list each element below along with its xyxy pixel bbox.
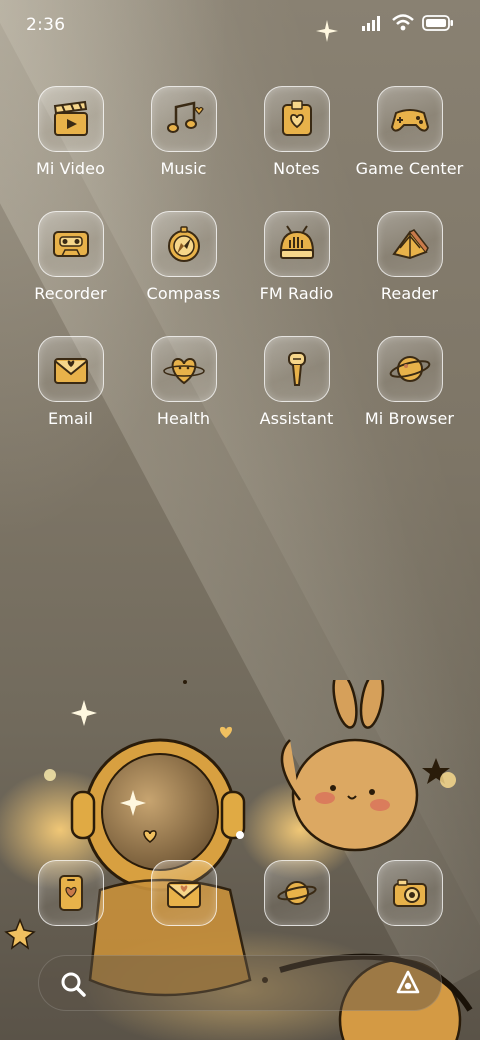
cassette-icon bbox=[52, 231, 89, 257]
microphone-icon bbox=[287, 352, 306, 386]
app-music[interactable]: Music bbox=[127, 86, 240, 211]
heart-planet-icon bbox=[162, 357, 205, 385]
dock bbox=[14, 860, 466, 930]
app-health[interactable]: Health bbox=[127, 336, 240, 461]
app-label: Game Center bbox=[355, 159, 464, 178]
signal-icon bbox=[362, 15, 380, 31]
dock-app-camera[interactable] bbox=[353, 860, 466, 930]
notepad-icon bbox=[281, 100, 312, 136]
app-recorder[interactable]: Recorder bbox=[14, 211, 127, 336]
app-label: Assistant bbox=[259, 409, 334, 428]
app-grid: Mi Video Music Notes Game Center Recorde… bbox=[14, 86, 466, 461]
app-compass[interactable]: Compass bbox=[127, 211, 240, 336]
app-email[interactable]: Email bbox=[14, 336, 127, 461]
app-label: Mi Browser bbox=[364, 409, 455, 428]
dock-app-messages[interactable] bbox=[127, 860, 240, 930]
search-bar[interactable] bbox=[38, 955, 442, 1011]
app-mi-browser[interactable]: Mi Browser bbox=[353, 336, 466, 461]
app-assistant[interactable]: Assistant bbox=[240, 336, 353, 461]
envelope-icon bbox=[53, 358, 88, 384]
assistant-a-icon[interactable] bbox=[393, 968, 423, 998]
gamepad-icon bbox=[390, 109, 429, 132]
status-bar: 2:36 bbox=[0, 0, 480, 52]
dock-app-phone[interactable] bbox=[14, 860, 127, 930]
battery-icon bbox=[422, 14, 453, 31]
app-label: Compass bbox=[146, 284, 221, 303]
message-envelope-icon bbox=[166, 882, 201, 908]
planet-icon bbox=[276, 881, 317, 905]
radio-icon bbox=[279, 225, 314, 259]
dock-app-browser[interactable] bbox=[240, 860, 353, 930]
status-time: 2:36 bbox=[26, 15, 66, 35]
camera-icon bbox=[392, 879, 427, 907]
app-reader[interactable]: Reader bbox=[353, 211, 466, 336]
compass-icon bbox=[167, 226, 200, 262]
app-label: FM Radio bbox=[259, 284, 334, 303]
app-label: Recorder bbox=[34, 284, 107, 303]
phone-icon bbox=[58, 875, 83, 911]
planet-icon bbox=[389, 356, 430, 382]
app-notes[interactable]: Notes bbox=[240, 86, 353, 211]
app-label: Email bbox=[48, 409, 93, 428]
app-game-center[interactable]: Game Center bbox=[353, 86, 466, 211]
app-mi-video[interactable]: Mi Video bbox=[14, 86, 127, 211]
music-note-icon bbox=[166, 101, 204, 133]
app-fm-radio[interactable]: FM Radio bbox=[240, 211, 353, 336]
app-label: Health bbox=[156, 409, 211, 428]
search-icon[interactable] bbox=[59, 970, 87, 998]
app-label: Notes bbox=[273, 159, 320, 178]
wifi-icon bbox=[392, 14, 414, 31]
app-label: Mi Video bbox=[36, 159, 105, 178]
clapperboard-icon bbox=[53, 100, 88, 136]
book-icon bbox=[391, 229, 429, 260]
app-label: Reader bbox=[380, 284, 439, 303]
app-label: Music bbox=[160, 159, 207, 178]
